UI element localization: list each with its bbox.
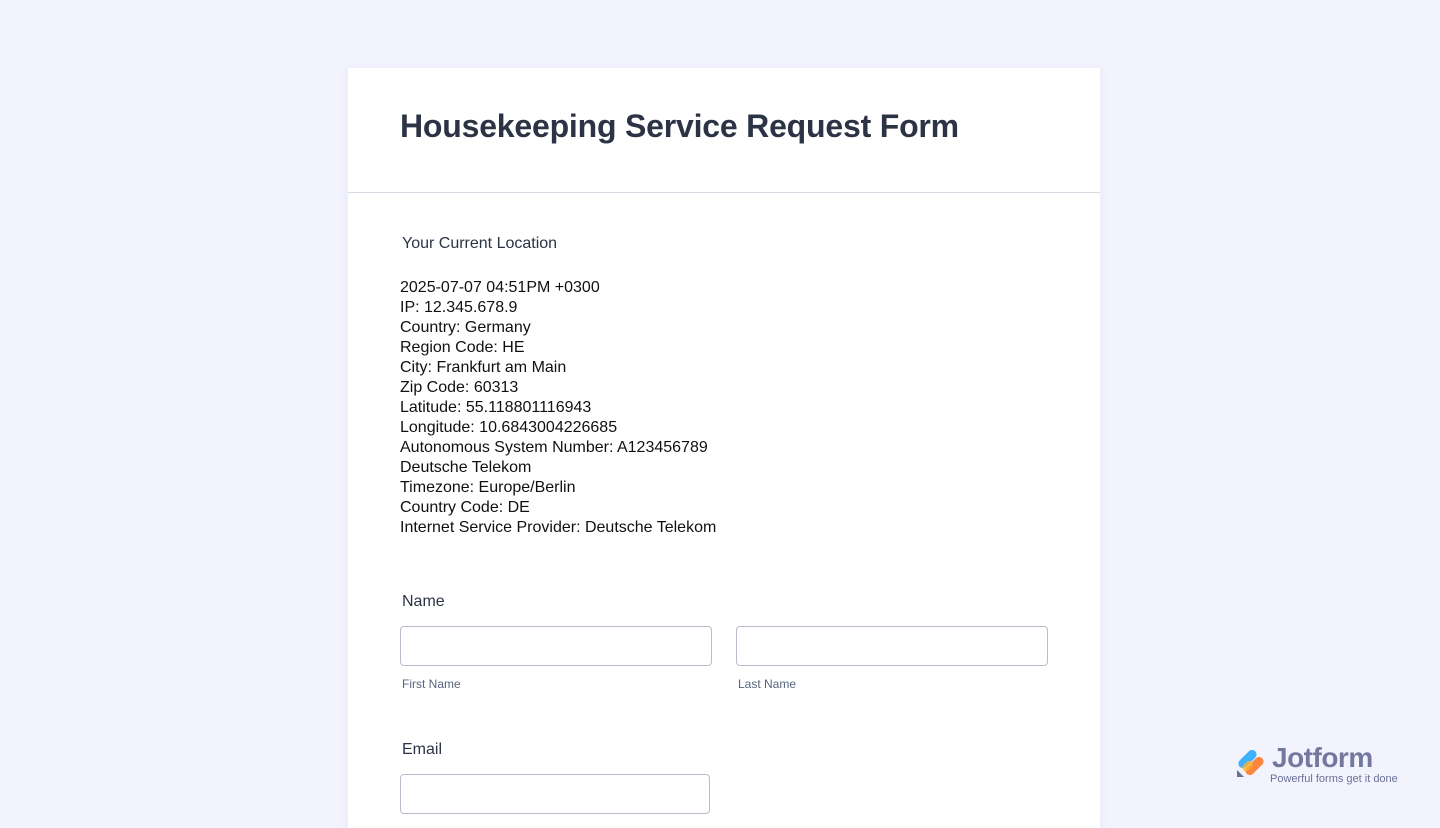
first-name-sublabel: First Name xyxy=(402,677,461,691)
location-label: Your Current Location xyxy=(402,235,558,252)
location-city: City: Frankfurt am Main xyxy=(400,359,567,376)
jotform-name: Jotform xyxy=(1272,742,1373,773)
location-country: Country: Germany xyxy=(400,319,531,336)
location-timestamp: 2025-07-07 04:51PM +0300 xyxy=(400,279,600,296)
last-name-input[interactable] xyxy=(736,626,1048,666)
location-country-code: Country Code: DE xyxy=(400,499,530,516)
email-input[interactable] xyxy=(400,774,710,814)
form-header: Housekeeping Service Request Form xyxy=(348,68,1100,193)
first-name-input[interactable] xyxy=(400,626,712,666)
jotform-logo-icon xyxy=(1237,749,1264,777)
jotform-badge[interactable]: Jotform Powerful forms get it done xyxy=(1234,742,1406,790)
location-asn: Autonomous System Number: A123456789 xyxy=(400,439,708,456)
location-region-code: Region Code: HE xyxy=(400,339,525,356)
form-title: Housekeeping Service Request Form xyxy=(400,108,959,144)
form-card: Housekeeping Service Request Form Your C… xyxy=(348,68,1100,828)
location-details: 2025-07-07 04:51PM +0300 IP: 12.345.678.… xyxy=(400,278,716,538)
location-zip-code: Zip Code: 60313 xyxy=(400,379,519,396)
location-longitude: Longitude: 10.6843004226685 xyxy=(400,419,618,436)
location-latitude: Latitude: 55.118801116943 xyxy=(400,399,592,416)
location-ip: IP: 12.345.678.9 xyxy=(400,299,518,316)
jotform-tagline: Powerful forms get it done xyxy=(1270,773,1398,785)
last-name-sublabel: Last Name xyxy=(738,677,797,691)
location-isp: Internet Service Provider: Deutsche Tele… xyxy=(400,519,717,536)
location-organization: Deutsche Telekom xyxy=(400,459,532,476)
location-timezone: Timezone: Europe/Berlin xyxy=(400,479,576,496)
email-label: Email xyxy=(402,741,443,758)
name-label: Name xyxy=(402,593,445,610)
